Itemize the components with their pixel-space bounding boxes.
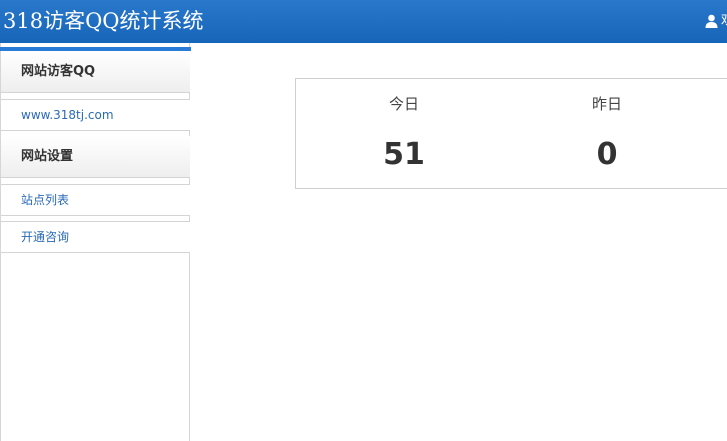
sidebar-section-site-settings: 网站设置 bbox=[1, 136, 190, 178]
stat-today-value: 51 bbox=[383, 137, 425, 172]
user-menu[interactable]: 欢 bbox=[705, 12, 727, 30]
sidebar-item-site-list[interactable]: 站点列表 bbox=[1, 184, 190, 216]
stat-today-label: 今日 bbox=[388, 95, 419, 113]
sidebar-section-visitor-qq: 网站访客QQ bbox=[1, 51, 190, 93]
sidebar-item-site-www-318tj[interactable]: www.318tj.com bbox=[1, 99, 190, 131]
app-title: 318访客QQ统计系统 bbox=[3, 9, 204, 33]
user-greeting: 欢 bbox=[721, 12, 727, 30]
sidebar-item-open-consult[interactable]: 开通咨询 bbox=[1, 221, 190, 253]
stat-yesterday-label: 昨日 bbox=[591, 95, 622, 113]
user-icon bbox=[705, 14, 718, 28]
stat-yesterday-value: 0 bbox=[596, 137, 618, 172]
visit-stats-card: 今日 51 昨日 0 bbox=[295, 78, 727, 189]
top-header-bar: 318访客QQ统计系统 欢 bbox=[0, 0, 727, 43]
